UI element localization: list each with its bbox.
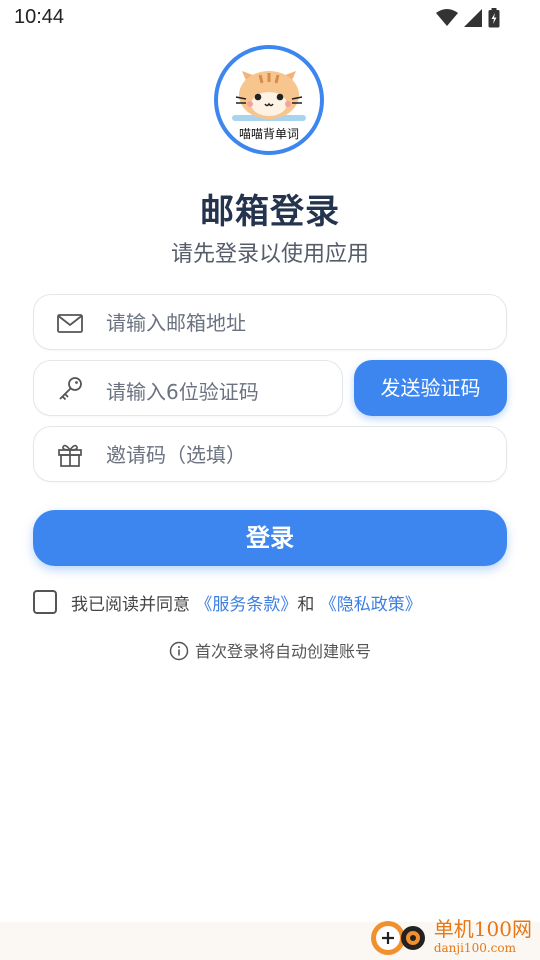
watermark-text: 单机100网 danji100.com <box>434 919 532 954</box>
code-placeholder: 请输入6位验证码 <box>106 380 259 404</box>
key-icon <box>59 377 82 401</box>
watermark-logo-icon <box>370 921 425 955</box>
login-button[interactable]: 登录 <box>33 510 507 566</box>
info-icon <box>169 641 189 661</box>
logo-caption: 喵喵背单词 <box>238 127 299 141</box>
invite-placeholder: 邀请码（选填） <box>106 443 246 467</box>
watermark-site-cn: 单机100网 <box>433 916 532 941</box>
notice-text: 首次登录将自动创建账号 <box>194 642 371 661</box>
app-logo: 喵喵背单词 <box>214 45 324 155</box>
gift-icon <box>58 444 82 467</box>
page-title: 邮箱登录 <box>200 192 340 232</box>
invite-code-field[interactable]: 邀请码（选填） <box>33 426 507 482</box>
auto-register-notice: 首次登录将自动创建账号 <box>0 638 540 662</box>
status-icons <box>436 8 500 28</box>
terms-link[interactable]: 《服务条款》 <box>195 595 297 615</box>
status-time: 10:44 <box>14 6 65 28</box>
agreement-conjunction: 和 <box>297 595 315 615</box>
privacy-link[interactable]: 《隐私政策》 <box>314 595 422 615</box>
status-bar: 10:44 <box>0 0 540 36</box>
agreement-checkbox[interactable] <box>33 590 57 614</box>
signal-icon <box>464 9 482 27</box>
page-subtitle: 请先登录以使用应用 <box>170 242 369 267</box>
send-code-button[interactable]: 发送验证码 <box>354 360 507 416</box>
mail-icon <box>57 314 83 333</box>
verification-code-field[interactable]: 请输入6位验证码 <box>33 360 343 416</box>
agreement-row: 我已阅读并同意 《服务条款》和 《隐私政策》 <box>33 588 513 618</box>
battery-icon <box>488 8 500 28</box>
wifi-icon <box>436 9 458 26</box>
watermark-site-en: danji100.com <box>433 940 516 955</box>
agreement-prefix: 我已阅读并同意 <box>71 595 196 615</box>
email-field[interactable]: 请输入邮箱地址 <box>33 294 507 350</box>
agreement-text: 我已阅读并同意 《服务条款》和 《隐私政策》 <box>71 590 422 615</box>
email-placeholder: 请输入邮箱地址 <box>106 311 246 335</box>
watermark: 单机100网 danji100.com <box>368 914 532 958</box>
